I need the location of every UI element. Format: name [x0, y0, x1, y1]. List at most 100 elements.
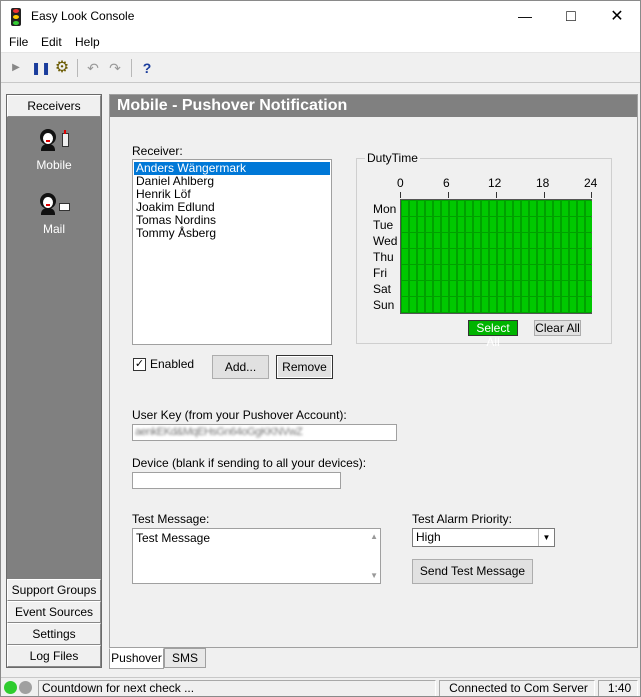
duty-cell[interactable] [458, 297, 464, 312]
duty-cell[interactable] [586, 281, 592, 296]
duty-cell[interactable] [538, 217, 544, 232]
duty-cell[interactable] [458, 233, 464, 248]
duty-cell[interactable] [482, 233, 488, 248]
duty-cell[interactable] [458, 217, 464, 232]
duty-cell[interactable] [570, 281, 576, 296]
duty-cell[interactable] [538, 281, 544, 296]
duty-cell[interactable] [450, 233, 456, 248]
duty-cell[interactable] [402, 281, 408, 296]
duty-cell[interactable] [546, 297, 552, 312]
duty-cell[interactable] [522, 265, 528, 280]
select-all-button[interactable]: Select All [468, 320, 518, 349]
duty-cell[interactable] [410, 281, 416, 296]
duty-cell[interactable] [554, 281, 560, 296]
duty-cell[interactable] [546, 265, 552, 280]
scroll-down-icon[interactable]: ▼ [370, 571, 378, 580]
duty-cell[interactable] [450, 281, 456, 296]
duty-cell[interactable] [586, 217, 592, 232]
duty-cell[interactable] [522, 249, 528, 264]
maximize-button[interactable]: □ [548, 1, 594, 32]
duty-cell[interactable] [466, 265, 472, 280]
sidebar-item-mobile[interactable]: Mobile [7, 123, 101, 175]
duty-cell[interactable] [562, 249, 568, 264]
enabled-checkbox[interactable]: ✓ [133, 358, 146, 371]
priority-select[interactable]: High ▼ [412, 528, 555, 547]
duty-cell[interactable] [514, 265, 520, 280]
duty-cell[interactable] [570, 249, 576, 264]
duty-cell[interactable] [458, 249, 464, 264]
duty-cell[interactable] [402, 201, 408, 216]
duty-cell[interactable] [482, 265, 488, 280]
duty-cell[interactable] [402, 233, 408, 248]
duty-cell[interactable] [434, 217, 440, 232]
duty-cell[interactable] [506, 233, 512, 248]
duty-cell[interactable] [490, 217, 496, 232]
duty-cell[interactable] [466, 217, 472, 232]
duty-cell[interactable] [578, 249, 584, 264]
duty-cell[interactable] [506, 297, 512, 312]
duty-cell[interactable] [426, 233, 432, 248]
duty-cell[interactable] [418, 233, 424, 248]
duty-cell[interactable] [506, 265, 512, 280]
duty-cell[interactable] [546, 217, 552, 232]
duty-cell[interactable] [418, 265, 424, 280]
menu-edit[interactable]: Edit [41, 35, 62, 49]
duty-cell[interactable] [426, 201, 432, 216]
sidebar-button-log-files[interactable]: Log Files [7, 645, 101, 667]
duty-cell[interactable] [538, 297, 544, 312]
duty-cell[interactable] [514, 281, 520, 296]
duty-cell[interactable] [434, 201, 440, 216]
duty-cell[interactable] [554, 233, 560, 248]
duty-cell[interactable] [554, 297, 560, 312]
duty-cell[interactable] [458, 281, 464, 296]
duty-time-grid[interactable] [400, 199, 592, 314]
close-button[interactable]: ✕ [594, 1, 640, 32]
duty-cell[interactable] [586, 233, 592, 248]
duty-cell[interactable] [434, 249, 440, 264]
duty-cell[interactable] [490, 249, 496, 264]
duty-cell[interactable] [530, 217, 536, 232]
duty-cell[interactable] [522, 217, 528, 232]
duty-cell[interactable] [562, 265, 568, 280]
duty-cell[interactable] [402, 217, 408, 232]
duty-cell[interactable] [442, 249, 448, 264]
duty-cell[interactable] [498, 297, 504, 312]
remove-button[interactable]: Remove [276, 355, 333, 379]
duty-cell[interactable] [402, 265, 408, 280]
duty-cell[interactable] [578, 217, 584, 232]
duty-cell[interactable] [434, 265, 440, 280]
sidebar-header-receivers[interactable]: Receivers [7, 95, 101, 117]
user-key-input[interactable]: aenkEKd&MqEHsGn64oGgKKNVwZ [132, 424, 397, 441]
duty-cell[interactable] [466, 233, 472, 248]
duty-cell[interactable] [482, 281, 488, 296]
minimize-button[interactable]: — [502, 1, 548, 32]
duty-cell[interactable] [466, 249, 472, 264]
duty-cell[interactable] [442, 201, 448, 216]
duty-cell[interactable] [418, 217, 424, 232]
duty-cell[interactable] [546, 233, 552, 248]
tab-pushover[interactable]: Pushover [109, 648, 164, 669]
duty-cell[interactable] [402, 249, 408, 264]
duty-cell[interactable] [578, 265, 584, 280]
duty-cell[interactable] [530, 249, 536, 264]
duty-cell[interactable] [506, 281, 512, 296]
duty-cell[interactable] [578, 297, 584, 312]
duty-cell[interactable] [466, 201, 472, 216]
menu-help[interactable]: Help [75, 35, 100, 49]
duty-cell[interactable] [498, 281, 504, 296]
duty-cell[interactable] [514, 249, 520, 264]
duty-cell[interactable] [570, 297, 576, 312]
duty-cell[interactable] [426, 217, 432, 232]
duty-cell[interactable] [570, 233, 576, 248]
duty-cell[interactable] [482, 217, 488, 232]
send-test-message-button[interactable]: Send Test Message [412, 559, 533, 584]
duty-cell[interactable] [466, 281, 472, 296]
duty-cell[interactable] [514, 201, 520, 216]
duty-cell[interactable] [546, 281, 552, 296]
duty-cell[interactable] [426, 281, 432, 296]
duty-cell[interactable] [522, 281, 528, 296]
duty-cell[interactable] [554, 249, 560, 264]
duty-cell[interactable] [410, 217, 416, 232]
duty-cell[interactable] [450, 249, 456, 264]
duty-cell[interactable] [418, 297, 424, 312]
